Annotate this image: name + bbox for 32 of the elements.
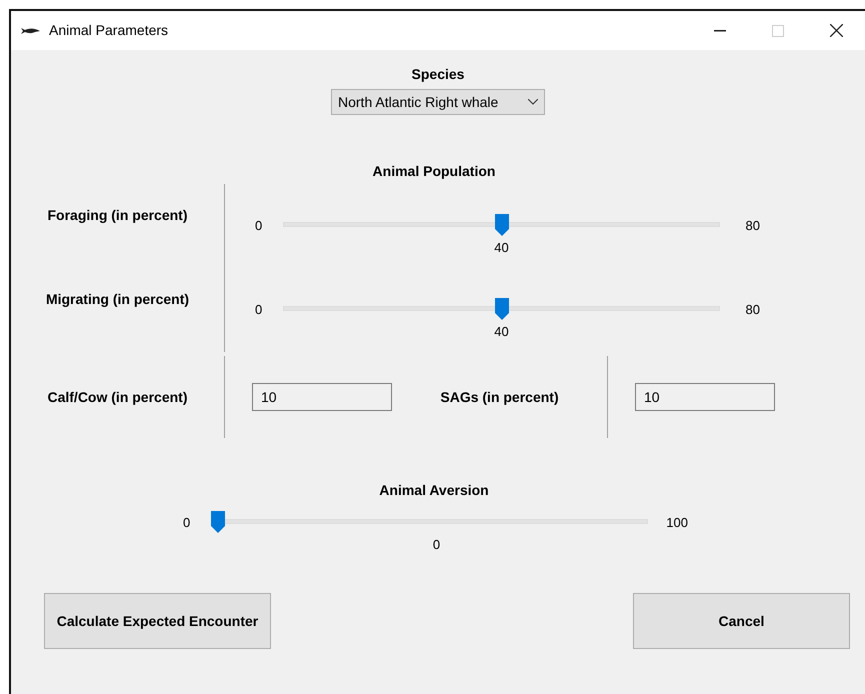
slider-value: 40 bbox=[494, 323, 509, 341]
section-heading: Animal Population bbox=[372, 163, 496, 179]
slider[interactable] bbox=[283, 298, 720, 320]
min-label: 0 bbox=[255, 301, 264, 320]
max-label: 80 bbox=[744, 217, 760, 236]
window-title: Animal Parameters bbox=[49, 21, 168, 40]
slider-value: 0 bbox=[432, 536, 440, 554]
minimize-icon bbox=[714, 30, 726, 32]
min-label: 0 bbox=[255, 217, 264, 236]
field-label: Calf/Cow (in percent) bbox=[46, 388, 188, 407]
slider-label: Migrating (in percent) bbox=[44, 290, 190, 309]
calculate-button[interactable]: Calculate Expected Encounter bbox=[44, 593, 271, 649]
slider-value: 40 bbox=[494, 239, 509, 257]
section-heading: Animal Aversion bbox=[379, 482, 489, 498]
slider-thumb[interactable] bbox=[211, 511, 225, 533]
max-label: 100 bbox=[665, 514, 688, 532]
slider-thumb[interactable] bbox=[494, 214, 508, 236]
species-label: Species bbox=[412, 65, 464, 84]
slider[interactable] bbox=[283, 214, 720, 236]
input-field[interactable]: 10 bbox=[635, 383, 775, 411]
close-icon bbox=[830, 24, 842, 37]
slider[interactable] bbox=[211, 511, 648, 533]
field-label: SAGs (in percent) bbox=[439, 388, 560, 407]
cancel-button[interactable]: Cancel bbox=[633, 593, 850, 649]
input-field[interactable]: 10 bbox=[252, 383, 392, 411]
max-label: 80 bbox=[744, 301, 760, 320]
caret-icon bbox=[528, 99, 538, 105]
maximize-icon bbox=[772, 24, 784, 36]
species-dropdown[interactable]: North Atlantic Right whale bbox=[331, 89, 545, 115]
slider-thumb[interactable] bbox=[494, 298, 508, 320]
slider-label: Foraging (in percent) bbox=[46, 206, 188, 225]
min-label: 0 bbox=[183, 514, 192, 532]
